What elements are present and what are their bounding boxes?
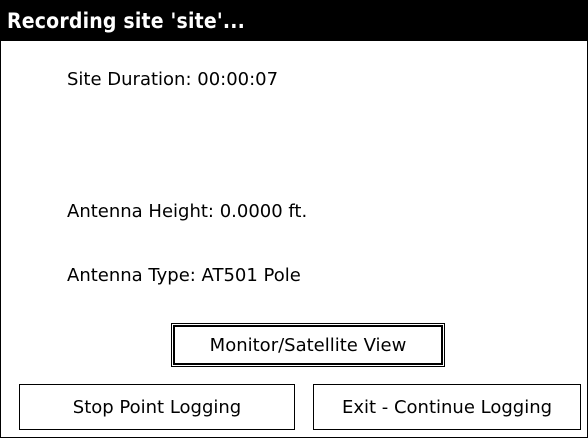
exit-continue-logging-label: Exit - Continue Logging [341, 396, 553, 418]
exit-continue-logging-button[interactable]: Exit - Continue Logging [313, 384, 581, 430]
monitor-satellite-view-label: Monitor/Satellite View [209, 334, 407, 356]
recording-dialog: Recording site 'site'... Site Duration: … [0, 0, 588, 438]
site-duration-label: Site Duration: 00:00:07 [67, 69, 279, 90]
stop-point-logging-label: Stop Point Logging [72, 396, 242, 418]
antenna-type-label: Antenna Type: AT501 Pole [67, 265, 301, 286]
antenna-height-label: Antenna Height: 0.0000 ft. [67, 201, 308, 222]
stop-point-logging-button[interactable]: Stop Point Logging [19, 384, 295, 430]
dialog-title: Recording site 'site'... [7, 9, 246, 33]
title-bar: Recording site 'site'... [1, 1, 587, 41]
monitor-satellite-view-button[interactable]: Monitor/Satellite View [171, 323, 445, 367]
